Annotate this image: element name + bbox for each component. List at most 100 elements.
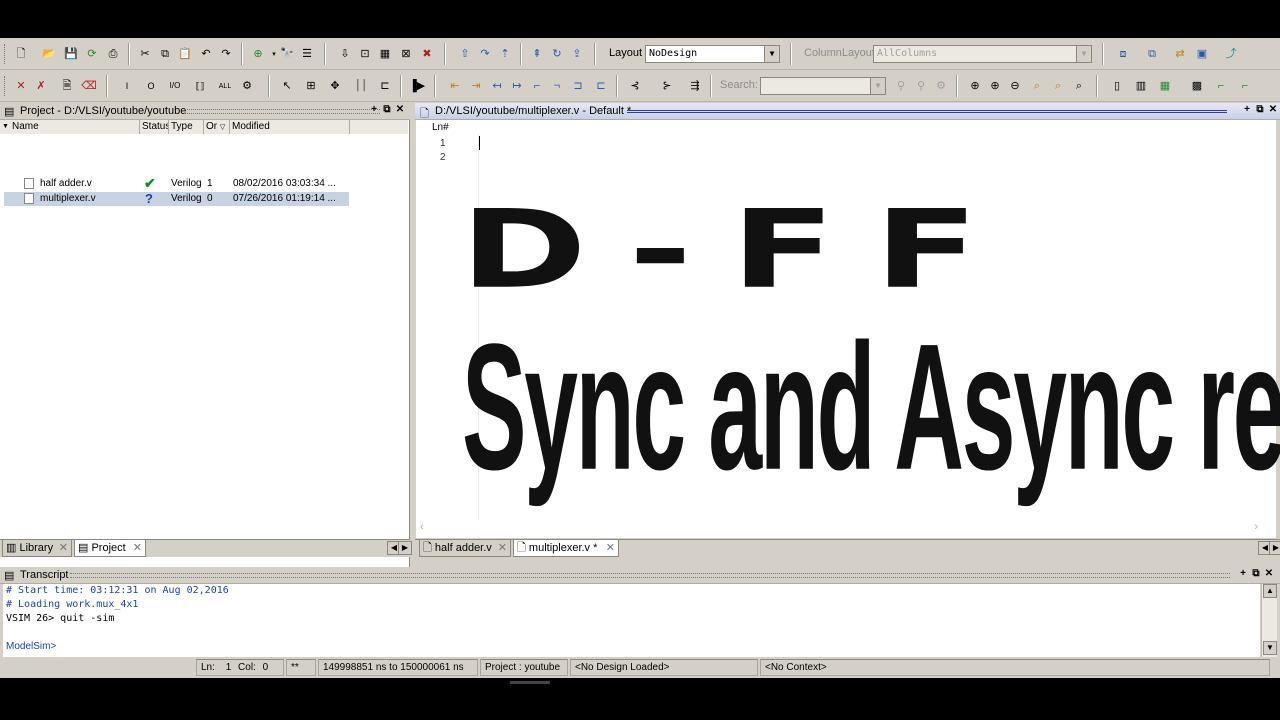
undock-panel-icon[interactable]: ⧉ xyxy=(1254,104,1266,116)
window-layout-icon[interactable]: ⧈ xyxy=(1114,45,1132,63)
close-tab-icon[interactable]: ✕ xyxy=(59,540,68,556)
redo-icon[interactable]: ↷ xyxy=(217,45,235,63)
zoom-out-icon[interactable]: ⊖ xyxy=(1006,77,1024,95)
project-panel-titlebar[interactable]: ▤ Project - D:/VLSI/youtube/youtube + ⧉ … xyxy=(0,103,410,120)
document-icon[interactable]: 🗎 xyxy=(58,77,76,95)
open-folder-icon[interactable]: 📂 xyxy=(40,45,58,63)
undock-panel-icon[interactable]: ⧉ xyxy=(381,104,393,116)
internal-icon[interactable]: ⟦⟧ xyxy=(191,77,209,95)
tab-project[interactable]: ▤ Project ✕ xyxy=(74,540,146,557)
scroll-left-icon[interactable]: ‹ xyxy=(420,521,424,533)
tab-multiplexer[interactable]: 🗋 multiplexer.v * ✕ xyxy=(513,540,619,557)
table-row[interactable]: multiplexer.v ? Verilog 0 07/26/2016 01:… xyxy=(4,192,349,206)
panel-drag-grip[interactable] xyxy=(627,110,1227,113)
editor-titlebar[interactable]: 🗋 D:/VLSI/youtube/multiplexer.v - Defaul… xyxy=(415,103,1280,120)
column-header-name[interactable]: ▼ Name xyxy=(0,120,140,134)
input-port-icon[interactable]: I xyxy=(118,77,136,95)
close-tab-icon[interactable]: ✕ xyxy=(606,540,615,556)
command-prompt[interactable]: ModelSim> xyxy=(6,641,56,652)
edit-wave-icon[interactable]: ⊏ xyxy=(376,77,394,95)
wave-table-icon[interactable]: ▦ xyxy=(1156,77,1174,95)
insert-icon[interactable]: ▐▶ xyxy=(408,77,426,95)
zoom-in-icon[interactable]: ⊕ xyxy=(986,77,1004,95)
search-options-icon[interactable]: ⚙ xyxy=(932,77,950,95)
panel-drag-grip[interactable] xyxy=(70,573,1230,578)
toolbar-grip[interactable] xyxy=(4,76,7,96)
panel-drag-grip[interactable] xyxy=(184,109,380,114)
readers-icon[interactable]: ⊱ xyxy=(658,77,676,95)
column-header-modified[interactable]: Modified xyxy=(230,120,350,134)
chevron-down-icon[interactable]: ▼ xyxy=(1076,46,1091,62)
close-tab-icon[interactable]: ✕ xyxy=(498,540,507,556)
transcript-titlebar[interactable]: ▤ Transcript + ⧉ ✕ xyxy=(0,567,1280,584)
format-icon[interactable]: ☰ xyxy=(298,45,316,63)
undock-panel-icon[interactable]: ⧉ xyxy=(1250,568,1262,580)
run-back-icon[interactable]: ⇪ xyxy=(568,45,586,63)
step-out-icon[interactable]: ⇡ xyxy=(496,45,514,63)
filter-icon[interactable]: ⚙ xyxy=(238,77,256,95)
column-header-order[interactable]: Or ▽ xyxy=(204,120,230,134)
close-panel-icon[interactable]: ✕ xyxy=(1263,568,1275,580)
edge-up-icon[interactable]: ⊏ xyxy=(592,77,610,95)
search-forward-icon[interactable]: ⚲ xyxy=(912,77,930,95)
falling-edge-icon[interactable]: ⌐ xyxy=(528,77,546,95)
remove-icon[interactable]: ✗ xyxy=(32,77,50,95)
chevron-down-icon[interactable]: ▼ xyxy=(764,46,779,62)
paste-icon[interactable]: 📋 xyxy=(176,45,194,63)
all-signals-icon[interactable]: ALL xyxy=(216,77,234,95)
inout-port-icon[interactable]: I/O xyxy=(166,77,184,95)
dock-panel-icon[interactable]: + xyxy=(1241,104,1253,116)
step-back-icon[interactable]: ⇞ xyxy=(528,45,546,63)
print-icon[interactable]: ⎙ xyxy=(104,45,122,63)
close-panel-icon[interactable]: ✕ xyxy=(394,104,406,116)
column-header-type[interactable]: Type xyxy=(169,120,204,134)
break-icon[interactable]: ⊠ xyxy=(397,45,415,63)
copy-icon[interactable]: ⧉ xyxy=(156,45,174,63)
tab-scroll-right-icon[interactable]: ▶ xyxy=(398,541,412,555)
edge-down-icon[interactable]: ⊐ xyxy=(569,77,587,95)
wave-grid-icon[interactable]: ▩ xyxy=(1188,77,1206,95)
find-next-transition-icon[interactable]: ⇥ xyxy=(467,77,485,95)
compile-all-icon[interactable]: ⊡ xyxy=(356,45,374,63)
refresh-icon[interactable]: ⟳ xyxy=(83,45,101,63)
close-panel-icon[interactable]: ✕ xyxy=(1267,104,1279,116)
transcript-vscroll[interactable]: ▲ ▼ xyxy=(1261,584,1277,657)
tab-library[interactable]: ▥ Library ✕ xyxy=(2,540,72,557)
chevron-down-icon[interactable]: ▼ xyxy=(870,78,885,94)
scroll-down-icon[interactable]: ▼ xyxy=(1263,641,1277,655)
transcript-console[interactable]: # Start time: 03:12:31 on Aug 02,2016 # … xyxy=(3,584,1260,657)
search-input[interactable]: ▼ xyxy=(760,77,886,95)
close-tab-icon[interactable]: ✕ xyxy=(133,540,142,556)
wave-split-icon[interactable]: ▥ xyxy=(1132,77,1150,95)
column-header-status[interactable]: Status xyxy=(140,120,169,134)
wave-signal-alt-icon[interactable]: ⌐ xyxy=(1236,77,1254,95)
wave-view-icon[interactable]: ▯ xyxy=(1108,77,1126,95)
step-over-icon[interactable]: ↷ xyxy=(476,45,494,63)
dock-panel-icon[interactable]: + xyxy=(1237,568,1249,580)
wave-signal-icon[interactable]: ⌐ xyxy=(1212,77,1230,95)
undock-icon[interactable]: ⤴ xyxy=(1222,45,1240,63)
pan-icon[interactable]: ✥ xyxy=(326,77,344,95)
window-split-icon[interactable]: ⧉ xyxy=(1143,45,1161,63)
zoom-full-icon[interactable]: ⊕ xyxy=(966,77,984,95)
toolbar-grip[interactable] xyxy=(4,44,7,64)
table-row[interactable]: half adder.v ✔ Verilog 1 08/02/2016 03:0… xyxy=(4,177,349,191)
find-prev-transition-icon[interactable]: ⇤ xyxy=(446,77,464,95)
dock-icon[interactable]: ▣ xyxy=(1193,45,1211,63)
save-icon[interactable]: 💾 xyxy=(62,45,80,63)
tab-half-adder[interactable]: 🗋 half adder.v ✕ xyxy=(419,540,511,557)
step-icon[interactable]: ⇧ xyxy=(456,45,474,63)
simulate-icon[interactable]: ▦ xyxy=(376,45,394,63)
find-icon[interactable]: 🔭 xyxy=(278,45,296,63)
trace-icon[interactable]: ⇶ xyxy=(686,77,704,95)
dock-panel-icon[interactable]: + xyxy=(368,104,380,116)
compile-icon[interactable]: ⇩ xyxy=(336,45,354,63)
driver-icon[interactable]: ⊰ xyxy=(626,77,644,95)
zoom-mode-icon[interactable]: ⊞ xyxy=(302,77,320,95)
editor-hscroll[interactable]: ‹ › xyxy=(416,520,1276,536)
scroll-up-icon[interactable]: ▲ xyxy=(1263,584,1277,598)
scroll-right-icon[interactable]: › xyxy=(1254,521,1258,533)
continue-icon[interactable]: ↻ xyxy=(548,45,566,63)
delete-icon[interactable]: ⌫ xyxy=(80,77,98,95)
zoom-last-icon[interactable]: ⌕ xyxy=(1070,77,1088,95)
